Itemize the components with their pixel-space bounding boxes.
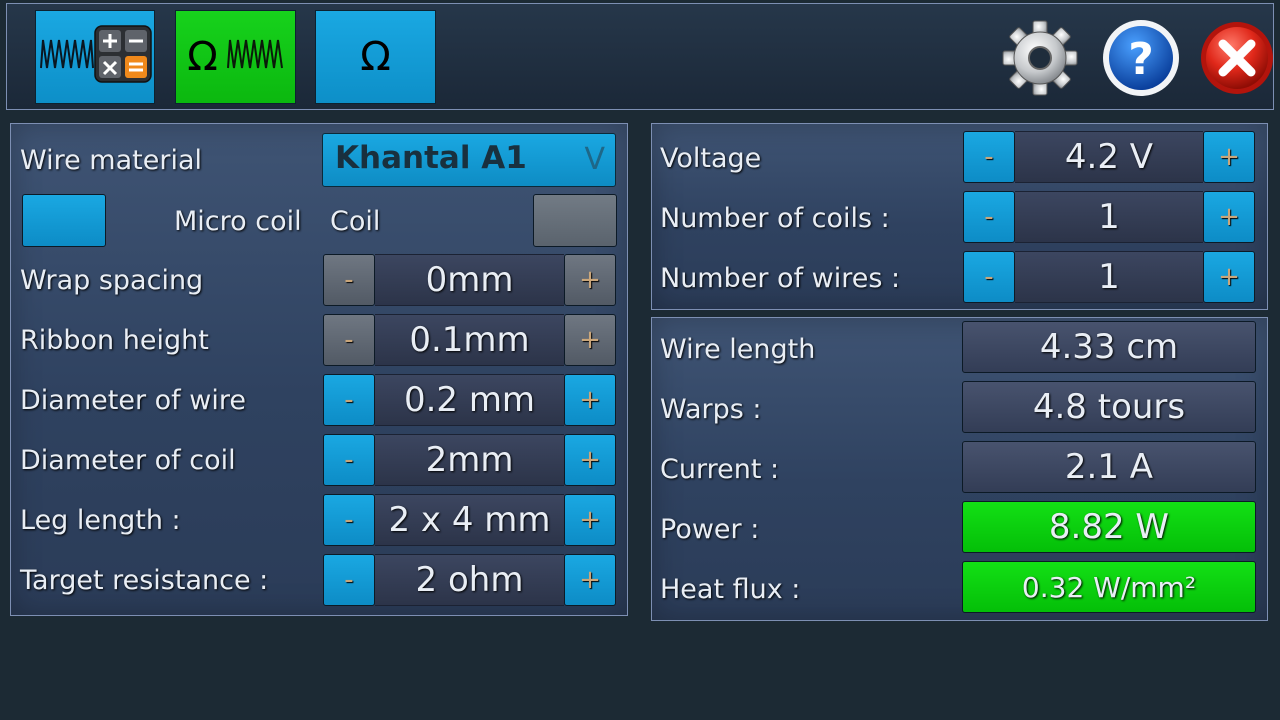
leg-length-label: Leg length : (20, 505, 181, 536)
voltage-label: Voltage (660, 143, 762, 174)
leg-length-value: 2 x 4 mm (375, 494, 564, 546)
number-of-wires-value: 1 (1015, 251, 1203, 303)
wire-length-output: 4.33 cm (962, 321, 1256, 373)
wire-material-label: Wire material (20, 145, 202, 176)
wire-diameter-plus-button[interactable]: + (564, 374, 616, 426)
coil-calculator-icon (37, 22, 153, 92)
coil-diameter-label: Diameter of coil (20, 445, 236, 476)
wire-diameter-label: Diameter of wire (20, 385, 246, 416)
power-output: 8.82 W (962, 501, 1256, 553)
target-resistance-value: 2 ohm (375, 554, 564, 606)
coil-diameter-minus-button[interactable]: - (323, 434, 375, 486)
current-label: Current : (660, 454, 780, 485)
wire-diameter-value: 0.2 mm (375, 374, 564, 426)
number-of-wires-minus-button[interactable]: - (963, 251, 1015, 303)
ohm-symbol: Ω (187, 34, 218, 80)
close-icon (1199, 22, 1275, 102)
heat-flux-output: 0.32 W/mm² (962, 561, 1256, 613)
coil-toggle[interactable] (533, 194, 617, 247)
voltage-value: 4.2 V (1015, 131, 1203, 183)
chevron-down-icon: V (584, 142, 605, 177)
wire-length-label: Wire length (660, 334, 816, 365)
settings-button[interactable] (1001, 18, 1079, 98)
number-of-coils-plus-button[interactable]: + (1203, 191, 1255, 243)
warps-output: 4.8 tours (962, 381, 1256, 433)
wrap-spacing-value: 0mm (375, 254, 564, 306)
wire-diameter-minus-button[interactable]: - (323, 374, 375, 426)
top-toolbar: Ω Ω ? (6, 3, 1274, 110)
wrap-spacing-label: Wrap spacing (20, 265, 204, 296)
coil-diameter-value: 2mm (375, 434, 564, 486)
wrap-spacing-plus-button[interactable]: + (564, 254, 616, 306)
coil-calculator-tab-button[interactable] (35, 10, 155, 104)
wrap-spacing-minus-button[interactable]: - (323, 254, 375, 306)
number-of-wires-label: Number of wires : (660, 263, 901, 294)
number-of-coils-minus-button[interactable]: - (963, 191, 1015, 243)
target-resistance-minus-button[interactable]: - (323, 554, 375, 606)
ribbon-height-plus-button[interactable]: + (564, 314, 616, 366)
coil-spring-icon (226, 30, 284, 84)
number-of-coils-value: 1 (1015, 191, 1203, 243)
help-button[interactable]: ? (1101, 18, 1179, 98)
micro-coil-label: Micro coil (174, 206, 302, 237)
current-output: 2.1 A (962, 441, 1256, 493)
power-label: Power : (660, 514, 760, 545)
number-of-coils-label: Number of coils : (660, 203, 890, 234)
target-resistance-label: Target resistance : (20, 565, 269, 596)
micro-coil-toggle[interactable] (22, 194, 106, 247)
number-of-wires-plus-button[interactable]: + (1203, 251, 1255, 303)
coil-label: Coil (330, 206, 381, 237)
voltage-plus-button[interactable]: + (1203, 131, 1255, 183)
leg-length-plus-button[interactable]: + (564, 494, 616, 546)
leg-length-minus-button[interactable]: - (323, 494, 375, 546)
voltage-minus-button[interactable]: - (963, 131, 1015, 183)
ribbon-height-value: 0.1mm (375, 314, 564, 366)
gear-icon (1001, 20, 1079, 102)
coil-diameter-plus-button[interactable]: + (564, 434, 616, 486)
question-mark-icon: ? (1101, 20, 1181, 102)
wire-material-value: Khantal A1 (335, 140, 527, 176)
wire-material-dropdown[interactable]: Khantal A1 V (322, 133, 616, 187)
ribbon-height-label: Ribbon height (20, 325, 209, 356)
ribbon-height-minus-button[interactable]: - (323, 314, 375, 366)
svg-text:?: ? (1128, 34, 1154, 85)
close-button[interactable] (1199, 18, 1277, 98)
target-resistance-plus-button[interactable]: + (564, 554, 616, 606)
ohm-tab-button[interactable]: Ω (315, 10, 436, 104)
heat-flux-label: Heat flux : (660, 574, 801, 605)
warps-label: Warps : (660, 394, 762, 425)
ohm-coil-tab-button[interactable]: Ω (175, 10, 296, 104)
ohm-symbol: Ω (360, 34, 391, 80)
